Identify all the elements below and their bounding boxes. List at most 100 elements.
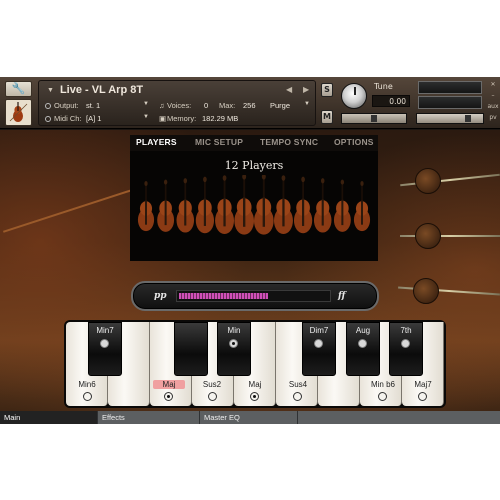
chord-radio-min[interactable]: [229, 339, 238, 348]
violin-icon: [293, 176, 313, 234]
black-key-7th[interactable]: 7th: [389, 322, 423, 376]
max-label: Max:: [219, 101, 236, 110]
max-voices-field[interactable]: 256: [243, 101, 256, 110]
tab-tempo-sync[interactable]: TEMPO SYNC: [260, 137, 318, 147]
volume-slider[interactable]: [416, 113, 484, 124]
tab-bar: PLAYERS MIC SETUP TEMPO SYNC OPTIONS: [130, 135, 378, 151]
aux-button[interactable]: aux: [487, 101, 499, 112]
chord-radio-min-b6[interactable]: [378, 392, 387, 401]
white-key-label-maj7: Maj7: [414, 380, 432, 389]
black-key-min[interactable]: Min: [217, 322, 251, 376]
tab-mic-setup[interactable]: MIC SETUP: [195, 137, 243, 147]
white-key-label-min6: Min6: [78, 380, 96, 389]
minimize-icon[interactable]: –: [487, 90, 499, 101]
level-meter-left: [418, 81, 482, 94]
instrument-icon[interactable]: [5, 99, 32, 126]
bottom-tab-effects[interactable]: Effects: [98, 411, 200, 424]
white-key-label-maj: Maj: [248, 380, 262, 389]
output-dropdown-icon[interactable]: ▼: [143, 101, 149, 107]
chord-radio-sus2[interactable]: [208, 392, 217, 401]
voices-value: 0: [204, 101, 209, 110]
violin-icon: [353, 181, 371, 232]
voices-label: Voices:: [167, 101, 192, 110]
violin-icon: [313, 178, 332, 233]
instrument-header: 🔧 ▼ Live - VL Arp 8T ◀ ▶ Output: st. 1 ▼ …: [0, 77, 500, 129]
tab-players[interactable]: PLAYERS: [136, 137, 177, 147]
output-label: Output:: [54, 101, 79, 110]
violin-icon: [195, 176, 215, 234]
chord-radio-7th[interactable]: [401, 339, 410, 348]
velocity-low-label: pp: [154, 291, 167, 301]
mute-button[interactable]: M: [321, 110, 333, 124]
tune-label: Tune: [374, 82, 393, 91]
velocity-control[interactable]: pp ff: [131, 281, 379, 311]
tune-knob[interactable]: [341, 83, 367, 109]
players-title: 12 Players: [224, 159, 284, 172]
midi-icon: [45, 116, 51, 122]
chord-radio-sus4[interactable]: [293, 392, 302, 401]
players-panel: 12 Players: [130, 151, 378, 261]
next-instrument-icon[interactable]: ▶: [303, 85, 309, 94]
level-meter-right: [418, 96, 482, 109]
tuning-peg: [415, 168, 441, 194]
black-key-dim7[interactable]: Dim7: [302, 322, 336, 376]
white-key-label-maj: Maj: [153, 380, 185, 389]
pv-button[interactable]: pv: [487, 112, 499, 123]
violin-icon: [333, 179, 351, 232]
chord-radio-maj-2[interactable]: [250, 392, 259, 401]
tab-options[interactable]: OPTIONS: [334, 137, 374, 147]
voices-icon: ♫: [159, 101, 165, 110]
black-key-blank[interactable]: [174, 322, 208, 376]
wrench-icon[interactable]: 🔧: [5, 81, 32, 97]
velocity-high-label: ff: [338, 291, 346, 301]
close-icon[interactable]: ✕: [487, 79, 499, 90]
side-panel: ✕ – aux pv: [487, 79, 499, 127]
chord-radio-maj7[interactable]: [418, 392, 427, 401]
white-key-label-sus2: Sus2: [202, 380, 222, 389]
tuning-peg: [415, 223, 441, 249]
memory-label: Memory:: [167, 114, 197, 123]
pan-slider[interactable]: [341, 113, 407, 124]
instrument-title[interactable]: ▼ Live - VL Arp 8T: [47, 84, 143, 96]
tune-value[interactable]: 0.00: [372, 95, 410, 107]
violin-icon: [215, 175, 235, 234]
chord-radio-maj[interactable]: [164, 392, 173, 401]
solo-button[interactable]: S: [321, 83, 333, 97]
violin-icon: [137, 181, 155, 232]
chord-radio-min6[interactable]: [83, 392, 92, 401]
memory-icon: ▣: [159, 114, 167, 123]
chord-radio-aug[interactable]: [358, 339, 367, 348]
bottom-tab-master-eq[interactable]: Master EQ: [200, 411, 298, 424]
purge-dropdown-icon[interactable]: ▼: [304, 101, 310, 107]
memory-value: 182.29 MB: [202, 114, 239, 123]
purge-menu[interactable]: Purge: [270, 101, 290, 110]
midi-channel-label: Midi Ch:: [54, 114, 82, 123]
violin-bow: [2, 189, 133, 233]
instrument-info-panel: ▼ Live - VL Arp 8T ◀ ▶ Output: st. 1 ▼ ♫ …: [38, 80, 316, 126]
bottom-tab-bar: Main Effects Master EQ: [0, 411, 500, 424]
midi-dropdown-icon[interactable]: ▼: [143, 114, 149, 120]
chord-keyboard: Min7 Min Dim7 Aug 7th Min6 Maj Sus2 Maj …: [64, 320, 446, 408]
velocity-fill: [179, 293, 269, 299]
chord-radio-dim7[interactable]: [314, 339, 323, 348]
violin-icon: [234, 175, 255, 235]
white-key-label-sus4: Sus4: [288, 380, 308, 389]
white-key-label-min-b6: Min b6: [370, 380, 395, 389]
violin-ensemble[interactable]: [130, 175, 378, 259]
violin-icon: [273, 175, 293, 234]
violin-icon: [157, 179, 175, 232]
black-key-aug[interactable]: Aug: [346, 322, 380, 376]
chord-radio-min7[interactable]: [100, 339, 109, 348]
violin-icon: [253, 175, 274, 235]
violin-icon: [176, 178, 195, 233]
bottom-tab-main[interactable]: Main: [0, 411, 98, 424]
prev-instrument-icon[interactable]: ◀: [286, 85, 292, 94]
tuning-peg: [413, 278, 439, 304]
midi-channel-select[interactable]: [A] 1: [86, 114, 101, 123]
black-key-min7[interactable]: Min7: [88, 322, 122, 376]
output-select[interactable]: st. 1: [86, 101, 100, 110]
kontakt-instrument-panel: 🔧 ▼ Live - VL Arp 8T ◀ ▶ Output: st. 1 ▼ …: [0, 77, 500, 424]
output-icon: [45, 103, 51, 109]
collapse-triangle-icon[interactable]: ▼: [47, 87, 54, 94]
velocity-track[interactable]: [176, 290, 331, 302]
